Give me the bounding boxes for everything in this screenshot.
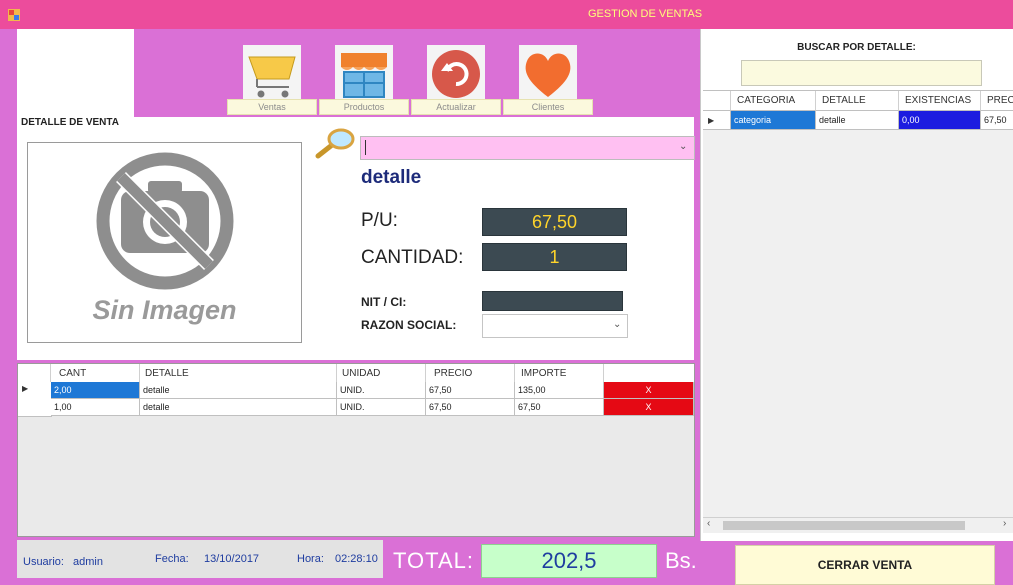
col-header-cant[interactable]: CANT <box>51 364 140 382</box>
cell-precio[interactable]: 67,50 <box>426 382 515 399</box>
nav-button-ventas[interactable]: Ventas <box>227 45 317 115</box>
row-header[interactable] <box>18 399 52 417</box>
magnifier-icon[interactable] <box>314 128 356 160</box>
heart-icon <box>519 45 577 103</box>
refresh-icon <box>427 45 485 103</box>
nav-button-productos[interactable]: Productos <box>319 45 409 115</box>
currency-label: Bs. <box>665 548 697 573</box>
nav-button-clientes[interactable]: Clientes <box>503 45 593 115</box>
delete-row-button[interactable]: X <box>604 382 694 399</box>
product-name: detalle <box>361 167 422 188</box>
shopping-cart-icon <box>243 45 301 103</box>
cell-unidad[interactable]: UNID. <box>337 382 426 399</box>
status-bar: Usuario: admin Fecha: 13/10/2017 Hora: 0… <box>17 540 383 578</box>
chevron-down-icon[interactable]: ⌄ <box>679 141 687 152</box>
cell-unidad[interactable]: UNID. <box>337 399 426 416</box>
fecha-value: 13/10/2017 <box>204 553 260 565</box>
row-header[interactable]: ▶ <box>18 382 52 400</box>
products-grid-header-blank <box>703 91 731 111</box>
delete-row-button[interactable]: X <box>604 399 694 416</box>
scroll-right-icon[interactable]: › <box>1003 518 1006 529</box>
cell-categoria[interactable]: categoria <box>731 111 816 130</box>
cell-existencias[interactable]: 0,00 <box>899 111 981 130</box>
no-image-camera-icon <box>96 152 234 290</box>
cell-detalle[interactable]: detalle <box>140 399 337 416</box>
cell-cant[interactable]: 1,00 <box>51 399 140 416</box>
text-cursor <box>365 140 366 155</box>
hora-label: Hora: <box>297 553 324 565</box>
cantidad-input[interactable]: 1 <box>482 243 627 271</box>
cell-importe[interactable]: 67,50 <box>515 399 604 416</box>
usuario-label: Usuario: <box>23 556 64 568</box>
nit-label: NIT / CI: <box>361 295 407 309</box>
logo-box <box>17 29 134 117</box>
cantidad-label: CANTIDAD: <box>361 247 464 268</box>
pu-value: 67,50 <box>482 208 627 236</box>
nit-input[interactable] <box>482 291 623 311</box>
total-value: 202,5 <box>481 544 657 578</box>
row-header[interactable]: ▶ <box>703 111 731 130</box>
buscar-input[interactable] <box>741 60 982 86</box>
horizontal-scrollbar[interactable]: ‹ › <box>703 517 1013 533</box>
nav-button-actualizar[interactable]: Actualizar <box>411 45 501 115</box>
pu-label: P/U: <box>361 210 398 231</box>
buscar-label: BUSCAR POR DETALLE: <box>797 42 916 53</box>
col-header-importe[interactable]: IMPORTE <box>515 364 604 382</box>
cell-detalle[interactable]: detalle <box>140 382 337 399</box>
scroll-left-icon[interactable]: ‹ <box>707 518 710 529</box>
nav-label-actualizar: Actualizar <box>411 99 501 115</box>
chevron-down-icon[interactable]: ⌄ <box>613 319 621 330</box>
cell-cant[interactable]: 2,00 <box>51 382 140 399</box>
product-search-combo[interactable]: ⌄ <box>360 136 695 160</box>
col-header-detalle[interactable]: DETALLE <box>816 91 899 111</box>
nav-label-productos: Productos <box>319 99 409 115</box>
cell-precio[interactable]: 67,50 <box>981 111 1013 130</box>
total-label: TOTAL: <box>393 548 474 573</box>
col-header-categoria[interactable]: CATEGORIA <box>731 91 816 111</box>
col-header-precio[interactable]: PRECI <box>981 91 1013 111</box>
section-label-detalle-venta: DETALLE DE VENTA <box>21 117 119 128</box>
usuario-value: admin <box>73 556 103 568</box>
cell-importe[interactable]: 135,00 <box>515 382 604 399</box>
product-image: Sin Imagen <box>27 142 302 343</box>
products-grid[interactable]: CATEGORIA DETALLE EXISTENCIAS PRECI ▶ ca… <box>703 90 1013 518</box>
current-row-arrow-icon: ▶ <box>22 384 29 393</box>
razon-social-select[interactable]: ⌄ <box>482 314 628 338</box>
no-image-label: Sin Imagen <box>92 295 237 325</box>
col-header-action <box>604 364 694 382</box>
fecha-label: Fecha: <box>155 553 189 565</box>
store-icon <box>335 45 393 103</box>
col-header-precio[interactable]: PRECIO <box>426 364 515 382</box>
cerrar-venta-button[interactable]: CERRAR VENTA <box>735 545 995 585</box>
window-title: GESTION DE VENTAS <box>587 8 703 20</box>
col-header-existencias[interactable]: EXISTENCIAS <box>899 91 981 111</box>
cell-detalle[interactable]: detalle <box>816 111 899 130</box>
hora-value: 02:28:10 <box>335 553 378 565</box>
nav-label-ventas: Ventas <box>227 99 317 115</box>
scrollbar-thumb[interactable] <box>723 521 965 530</box>
cell-precio[interactable]: 67,50 <box>426 399 515 416</box>
razon-social-label: RAZON SOCIAL: <box>361 318 457 332</box>
nav-label-clientes: Clientes <box>503 99 593 115</box>
col-header-unidad[interactable]: UNIDAD <box>337 364 426 382</box>
current-row-arrow-icon: ▶ <box>708 116 715 125</box>
grid-header-blank <box>18 364 51 382</box>
sale-items-grid[interactable]: CANT DETALLE UNIDAD PRECIO IMPORTE ▶ 2,0… <box>17 363 695 537</box>
title-bar: GESTION DE VENTAS <box>0 0 1013 29</box>
col-header-detalle[interactable]: DETALLE <box>140 364 337 382</box>
